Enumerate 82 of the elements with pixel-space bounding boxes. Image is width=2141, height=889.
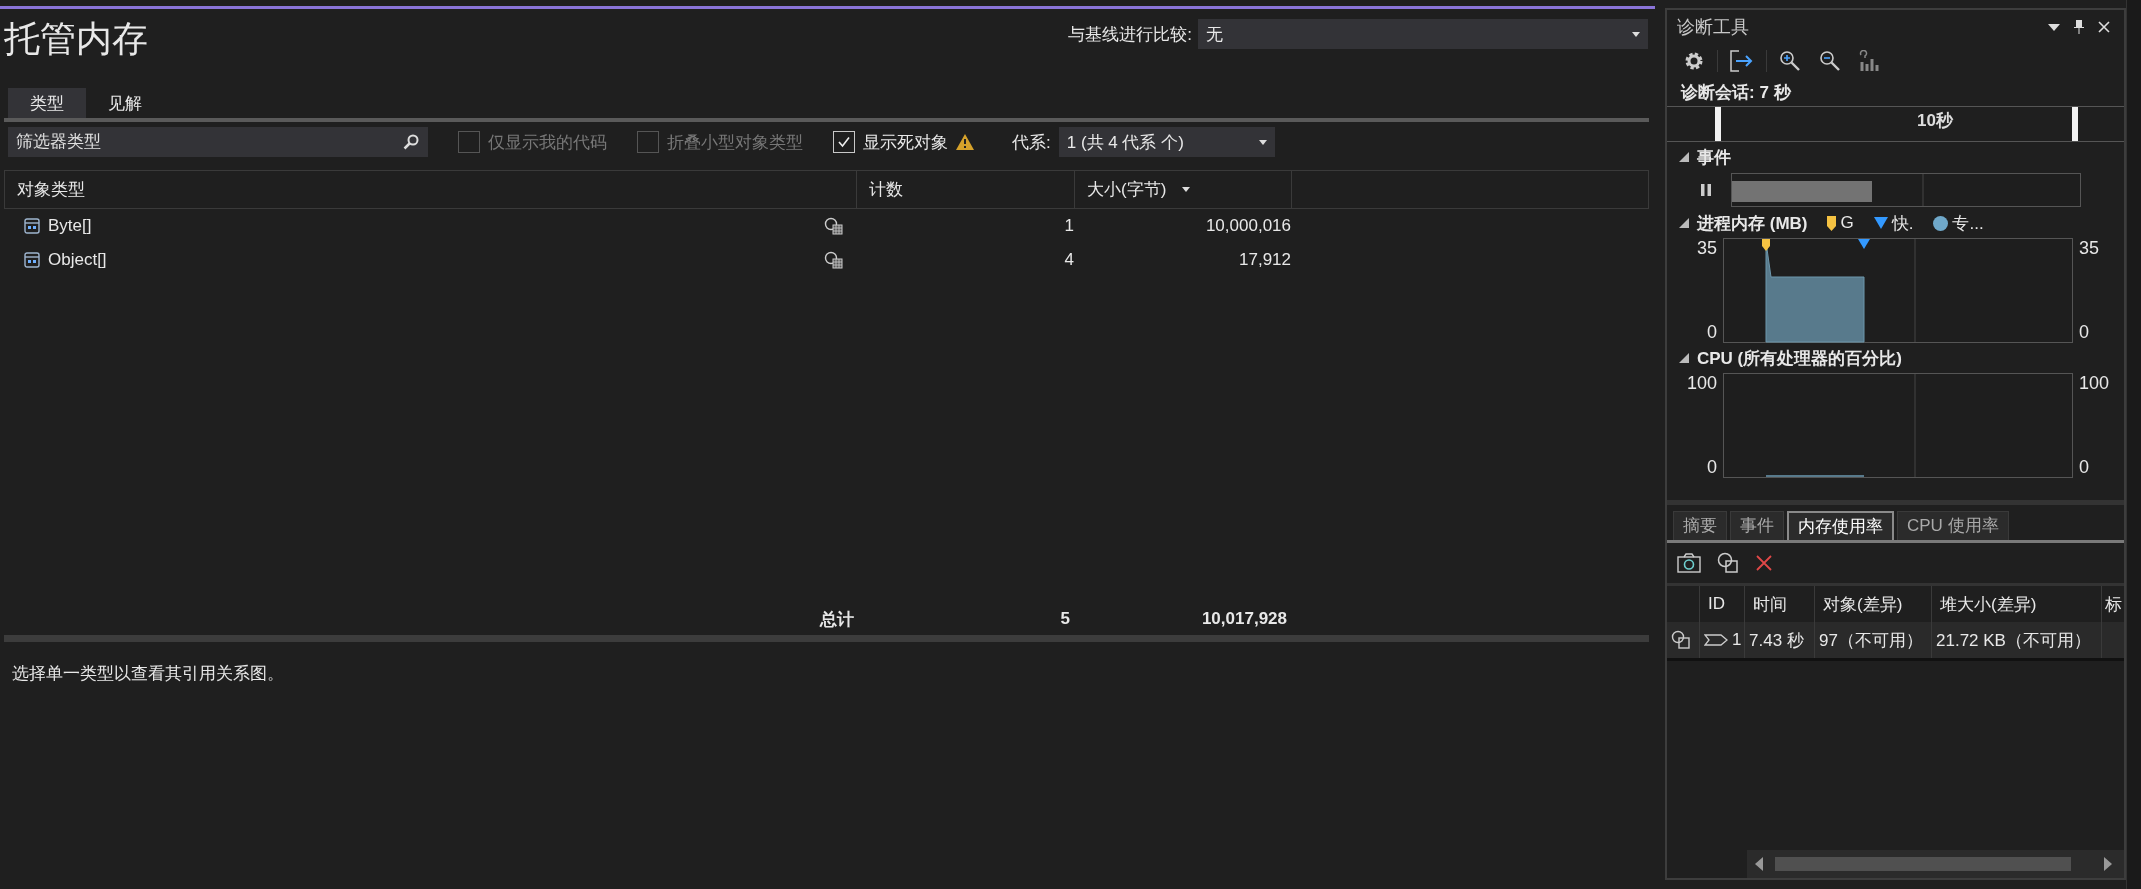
dropdown-icon[interactable] (2048, 23, 2060, 31)
zoom-out-icon[interactable] (1819, 50, 1841, 72)
scroll-left-icon[interactable] (1755, 857, 1763, 871)
legend-label: 快. (1891, 212, 1914, 235)
axis-label: 100 (1686, 373, 1717, 394)
generation-label: 代系: (1012, 131, 1051, 154)
legend-label: G (1840, 213, 1854, 233)
time-cell: 7.43 秒 (1745, 622, 1815, 658)
pin-icon[interactable] (2074, 20, 2084, 34)
option-label: 折叠小型对象类型 (667, 131, 803, 154)
caret-icon (1632, 31, 1640, 37)
tool-tab[interactable]: 内存使用率 (1787, 511, 1894, 540)
collapse-arrow-icon[interactable] (1679, 218, 1689, 228)
column-header[interactable]: 标 (2102, 586, 2124, 622)
axis-label: 35 (2079, 238, 2100, 259)
view-tab[interactable]: 见解 (86, 88, 164, 118)
snapshot-id: 1 (1732, 630, 1742, 650)
settings-icon[interactable] (1683, 50, 1705, 72)
section-title: 事件 (1697, 146, 1731, 169)
column-header[interactable]: 对象类型 (5, 171, 857, 208)
compare-label: 与基线进行比较: (1068, 23, 1192, 46)
section-title: 进程内存 (MB) (1697, 212, 1808, 235)
collapse-arrow-icon[interactable] (1679, 353, 1689, 363)
view-tab[interactable]: 类型 (8, 88, 86, 118)
collapse-arrow-icon[interactable] (1679, 152, 1689, 162)
total-label: 总计 (818, 608, 855, 631)
range-handle[interactable] (1715, 107, 1721, 141)
objects-cell: 97（不可用） (1815, 622, 1932, 658)
export-icon[interactable] (1730, 50, 1754, 72)
axis-label: 35 (1696, 238, 1717, 259)
reference-graph-icon[interactable] (824, 217, 844, 235)
axis-label: 0 (2079, 457, 2089, 478)
search-icon (403, 134, 419, 150)
count-cell-text: 4 (1063, 250, 1074, 270)
axis-label: 0 (2079, 322, 2089, 343)
size-cell-text: 17,912 (1238, 250, 1291, 270)
size-cell-text: 10,000,016 (1204, 216, 1291, 236)
axis-label: 100 (2079, 373, 2110, 394)
checkmark-icon (837, 135, 851, 149)
type-name: Byte[] (48, 216, 93, 236)
horizontal-scrollbar[interactable] (1747, 850, 2124, 878)
document-title: 托管内存 (4, 17, 148, 61)
panel-title: 诊断工具 (1677, 16, 1750, 39)
total-size: 10,017,928 (1200, 609, 1288, 629)
filter-field[interactable]: 筛选器类型 (8, 127, 428, 157)
baseline-dropdown[interactable]: 无 (1198, 19, 1648, 49)
reference-graph-icon[interactable] (824, 251, 844, 269)
generation-dropdown[interactable]: 1 (共 4 代系 个) (1058, 127, 1275, 157)
axis-label: 0 (1707, 457, 1717, 478)
column-header[interactable]: 计数 (857, 171, 1075, 208)
range-handle[interactable] (2072, 107, 2078, 141)
option-label: 显示死对象 (863, 131, 948, 154)
delete-icon[interactable] (1755, 554, 1773, 572)
tool-tab[interactable]: CPU 使用率 (1897, 511, 2009, 540)
camera-icon[interactable] (1677, 553, 1701, 573)
type-name: Object[] (48, 250, 108, 270)
section-title: CPU (所有处理器的百分比) (1697, 347, 1902, 370)
caret-icon (1258, 139, 1267, 145)
pause-icon[interactable] (1701, 184, 1711, 196)
class-icon (24, 218, 40, 234)
zoom-in-icon[interactable] (1779, 50, 1801, 72)
session-duration: 诊断会话: 7 秒 (1679, 81, 1792, 104)
legend-label: 专... (1952, 212, 1984, 235)
total-count: 5 (1059, 609, 1071, 629)
tag-icon[interactable] (1704, 634, 1728, 646)
detail-message: 选择单一类型以查看其引用关系图。 (11, 663, 285, 685)
snapshot-icon[interactable] (1671, 630, 1691, 650)
close-icon[interactable] (2098, 21, 2110, 33)
compare-snapshots-icon[interactable] (1717, 552, 1739, 574)
count-cell-text: 1 (1063, 216, 1074, 236)
ruler-label: 10秒 (1917, 110, 1953, 132)
reset-chart-icon[interactable] (1859, 50, 1879, 72)
option-label: 仅显示我的代码 (488, 131, 607, 154)
column-header[interactable]: 大小(字节) (1075, 171, 1292, 208)
tool-tab[interactable]: 事件 (1730, 511, 1784, 540)
tool-tab[interactable]: 摘要 (1673, 511, 1727, 540)
class-icon (24, 252, 40, 268)
scroll-right-icon[interactable] (2104, 857, 2112, 871)
axis-label: 0 (1707, 322, 1717, 343)
heap-size-cell: 21.72 KB（不可用） (1932, 622, 2102, 658)
scroll-thumb[interactable] (1775, 857, 2071, 871)
timeline-ruler[interactable]: 10秒 (1667, 106, 2124, 142)
